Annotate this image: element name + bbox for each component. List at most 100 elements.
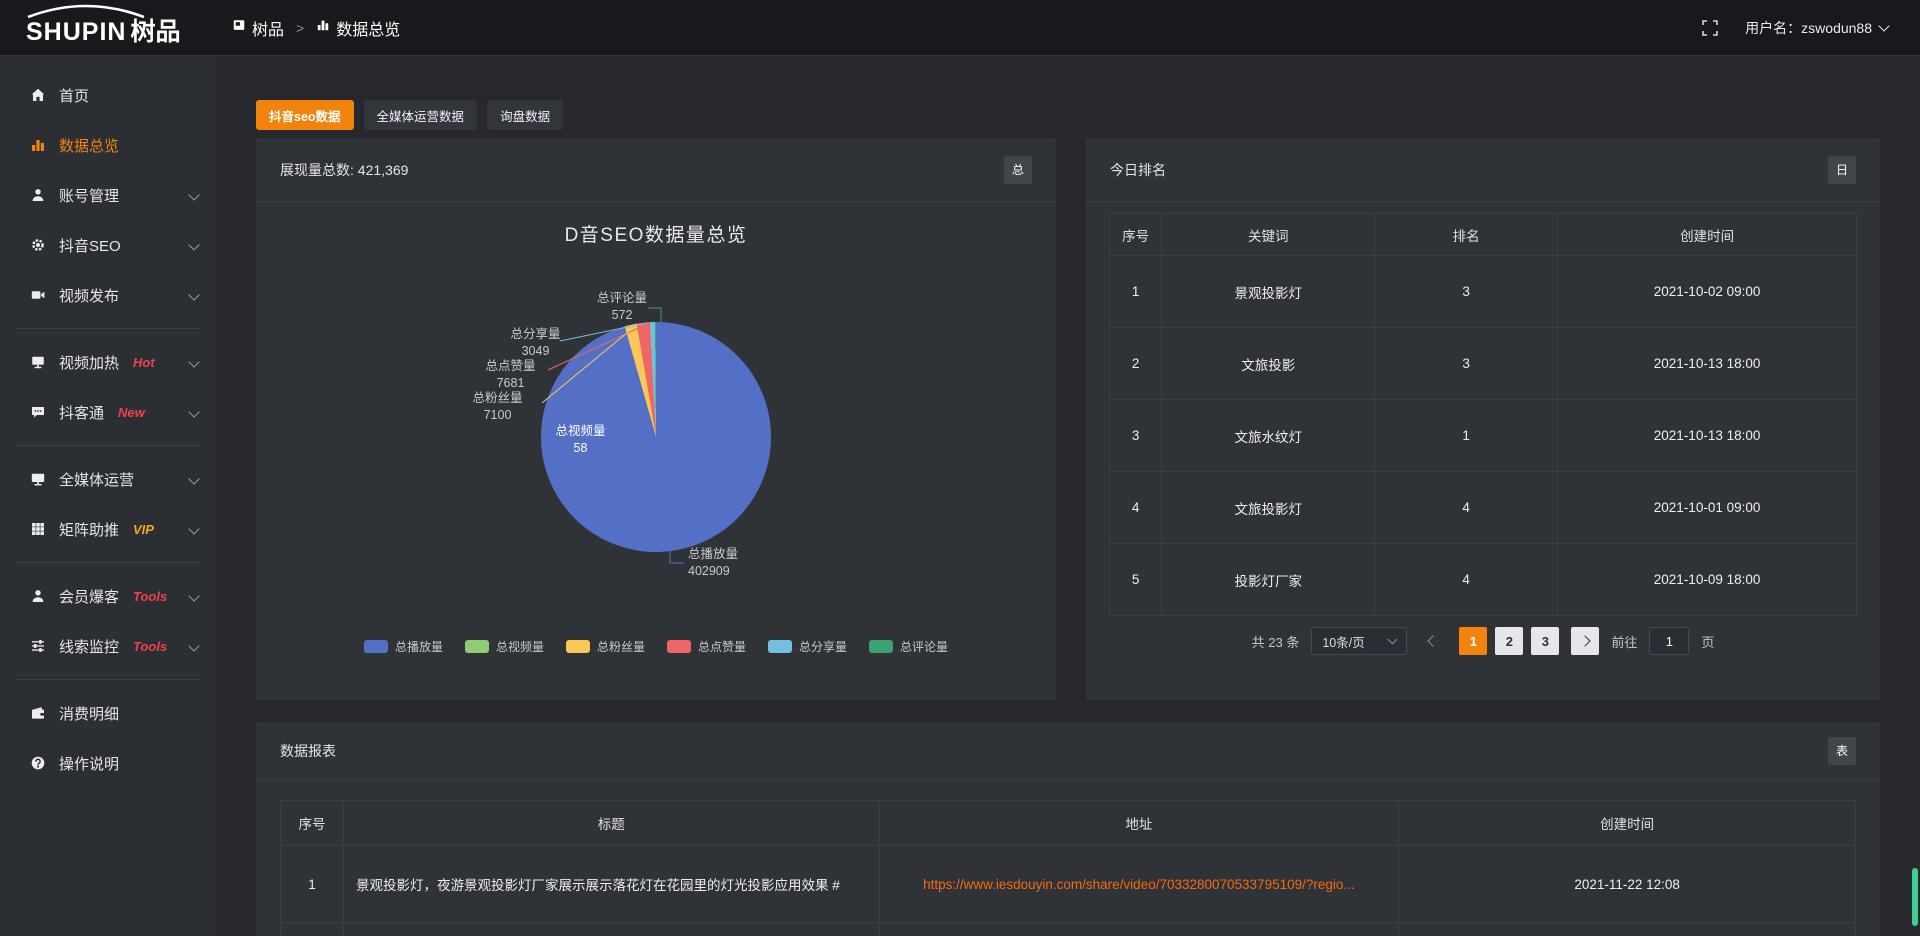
tab-bar: 抖音seo数据全媒体运营数据询盘数据 <box>256 100 563 130</box>
breadcrumb-label: 数据总览 <box>336 16 400 40</box>
user-menu[interactable]: 用户名：zswodun88 <box>1745 18 1888 38</box>
page-size-select[interactable]: 10条/页 <box>1311 627 1407 655</box>
legend-swatch <box>768 640 792 653</box>
report-link[interactable]: https://www.iesdouyin.com/share/video/70… <box>923 877 1355 892</box>
page-button-3[interactable]: 3 <box>1531 627 1559 655</box>
table-row: 4文旅投影灯42021-10-01 09:00 <box>1110 472 1857 544</box>
sidebar-item-douketong[interactable]: 抖客通New <box>0 387 216 437</box>
ranking-panel-header: 今日排名 日 <box>1086 138 1880 202</box>
prev-page-button[interactable] <box>1419 627 1447 655</box>
username-label: 用户名：zswodun88 <box>1745 18 1872 38</box>
sidebar-item-media-operation[interactable]: 全媒体运营 <box>0 454 216 504</box>
sidebar-item-label: 视频加热 <box>59 352 119 373</box>
report-tbody: 1景观投影灯，夜游景观投影灯厂家展示展示落花灯在花园里的灯光投影应用效果 #ht… <box>281 846 1856 936</box>
legend-item[interactable]: 总评论量 <box>869 638 948 655</box>
legend-swatch <box>667 640 691 653</box>
tab-3[interactable]: 询盘数据 <box>487 100 563 130</box>
legend-label: 总评论量 <box>900 638 948 655</box>
cell: 文旅投影 <box>1162 328 1375 400</box>
sidebar-item-label: 消费明细 <box>59 703 119 724</box>
cell: 3 <box>1110 400 1162 472</box>
table-row: 1景观投影灯，夜游景观投影灯厂家展示展示落花灯在花园里的灯光投影应用效果 #ht… <box>281 846 1856 923</box>
chevron-down-icon <box>1388 635 1398 645</box>
chevron-right-icon <box>1580 635 1591 646</box>
column-header: 创建时间 <box>1399 801 1856 846</box>
monitor-icon <box>30 471 46 487</box>
legend-swatch <box>465 640 489 653</box>
sidebar-item-douyin-seo[interactable]: 抖音SEO <box>0 220 216 270</box>
report-panel-title: 数据报表 <box>280 741 336 761</box>
goto-label: 前往 <box>1611 632 1637 651</box>
sidebar-item-account-management[interactable]: 账号管理 <box>0 170 216 220</box>
cell: 2021-10-13 18:00 <box>1558 400 1857 472</box>
sidebar-item-home[interactable]: 首页 <box>0 70 216 120</box>
table-row: 3文旅水纹灯12021-10-13 18:00 <box>1110 400 1857 472</box>
sidebar-item-member-burst[interactable]: 会员爆客Tools <box>0 571 216 621</box>
sidebar-item-data-overview[interactable]: 数据总览 <box>0 120 216 170</box>
legend-item[interactable]: 总粉丝量 <box>566 638 645 655</box>
sidebar-item-label: 抖音SEO <box>59 235 121 256</box>
cell: 1 <box>1375 400 1558 472</box>
sidebar-item-label: 抖客通 <box>59 402 104 423</box>
page-button-2[interactable]: 2 <box>1495 627 1523 655</box>
sidebar-item-matrix-boost[interactable]: 矩阵助推VIP <box>0 504 216 554</box>
column-header: 序号 <box>281 801 344 846</box>
next-page-button[interactable] <box>1571 627 1599 655</box>
cell: 文旅水纹灯 <box>1162 400 1375 472</box>
home-icon <box>30 87 46 103</box>
pagination: 共 23 条 10条/页 123 前往 页 <box>1086 627 1880 655</box>
question-icon <box>30 755 46 771</box>
sidebar-divider <box>14 445 202 446</box>
sidebar-item-video-publish[interactable]: 视频发布 <box>0 270 216 320</box>
pagination-total: 共 23 条 <box>1252 632 1300 651</box>
breadcrumb-item-home[interactable]: 树品 <box>232 16 284 40</box>
sidebar-item-label: 全媒体运营 <box>59 469 134 490</box>
sidebar-item-video-heat[interactable]: 视频加热Hot <box>0 337 216 387</box>
legend-item[interactable]: 总视频量 <box>465 638 544 655</box>
table-row: 1景观投影灯32021-10-02 09:00 <box>1110 256 1857 328</box>
overview-panel-title: 展现量总数: 421,369 <box>280 160 408 180</box>
chevron-down-icon <box>190 403 198 421</box>
legend-label: 总视频量 <box>496 638 544 655</box>
goto-page-input[interactable] <box>1649 627 1689 655</box>
table-toggle-button[interactable]: 表 <box>1828 737 1856 765</box>
legend-item[interactable]: 总点赞量 <box>667 638 746 655</box>
cell: 2 <box>1110 328 1162 400</box>
sidebar-item-badge: VIP <box>133 522 154 537</box>
sidebar-item-label: 数据总览 <box>59 135 119 156</box>
day-toggle-button[interactable]: 日 <box>1828 156 1856 184</box>
tab-1[interactable]: 抖音seo数据 <box>256 100 354 130</box>
sidebar-item-instructions[interactable]: 操作说明 <box>0 738 216 788</box>
overview-panel-header: 展现量总数: 421,369 总 <box>256 138 1056 202</box>
user-icon <box>30 187 46 203</box>
legend-swatch <box>869 640 893 653</box>
breadcrumb-label: 树品 <box>252 16 284 40</box>
legend-item[interactable]: 总分享量 <box>768 638 847 655</box>
cell: 2021-11-22 12:08 <box>1399 846 1856 923</box>
sidebar-item-label: 操作说明 <box>59 753 119 774</box>
sidebar-item-clue-monitor[interactable]: 线索监控Tools <box>0 621 216 671</box>
page-size-value: 10条/页 <box>1322 632 1364 651</box>
cell: 4 <box>1375 472 1558 544</box>
legend-item[interactable]: 总播放量 <box>364 638 443 655</box>
chart-legend: 总播放量 总视频量 总粉丝量 总点赞量 总分享量 总评论量 <box>256 638 1056 655</box>
sliders-icon <box>30 638 46 654</box>
sidebar-divider <box>14 562 202 563</box>
pie-label-shares: 总分享量 3049 <box>493 326 578 360</box>
pager-pages: 123 <box>1459 627 1559 655</box>
breadcrumb-separator: > <box>296 20 304 36</box>
table-row <box>281 923 1856 936</box>
sidebar-item-label: 首页 <box>59 85 89 106</box>
bar-chart-icon <box>30 137 46 153</box>
total-toggle-button[interactable]: 总 <box>1004 156 1032 184</box>
pie-label-videos: 总视频量 58 <box>538 423 623 457</box>
page-button-1[interactable]: 1 <box>1459 627 1487 655</box>
fullscreen-icon[interactable] <box>1701 19 1719 37</box>
sidebar-item-consumption-detail[interactable]: 消费明细 <box>0 688 216 738</box>
ranking-table: 序号关键词排名创建时间 1景观投影灯32021-10-02 09:002文旅投影… <box>1109 213 1857 616</box>
cell: 文旅投影灯 <box>1162 472 1375 544</box>
report-panel: 数据报表 表 序号标题地址创建时间 1景观投影灯，夜游景观投影灯厂家展示展示落花… <box>256 722 1880 936</box>
tab-2[interactable]: 全媒体运营数据 <box>364 100 478 130</box>
scrollbar-thumb[interactable] <box>1912 868 1918 926</box>
screen-icon <box>30 354 46 370</box>
